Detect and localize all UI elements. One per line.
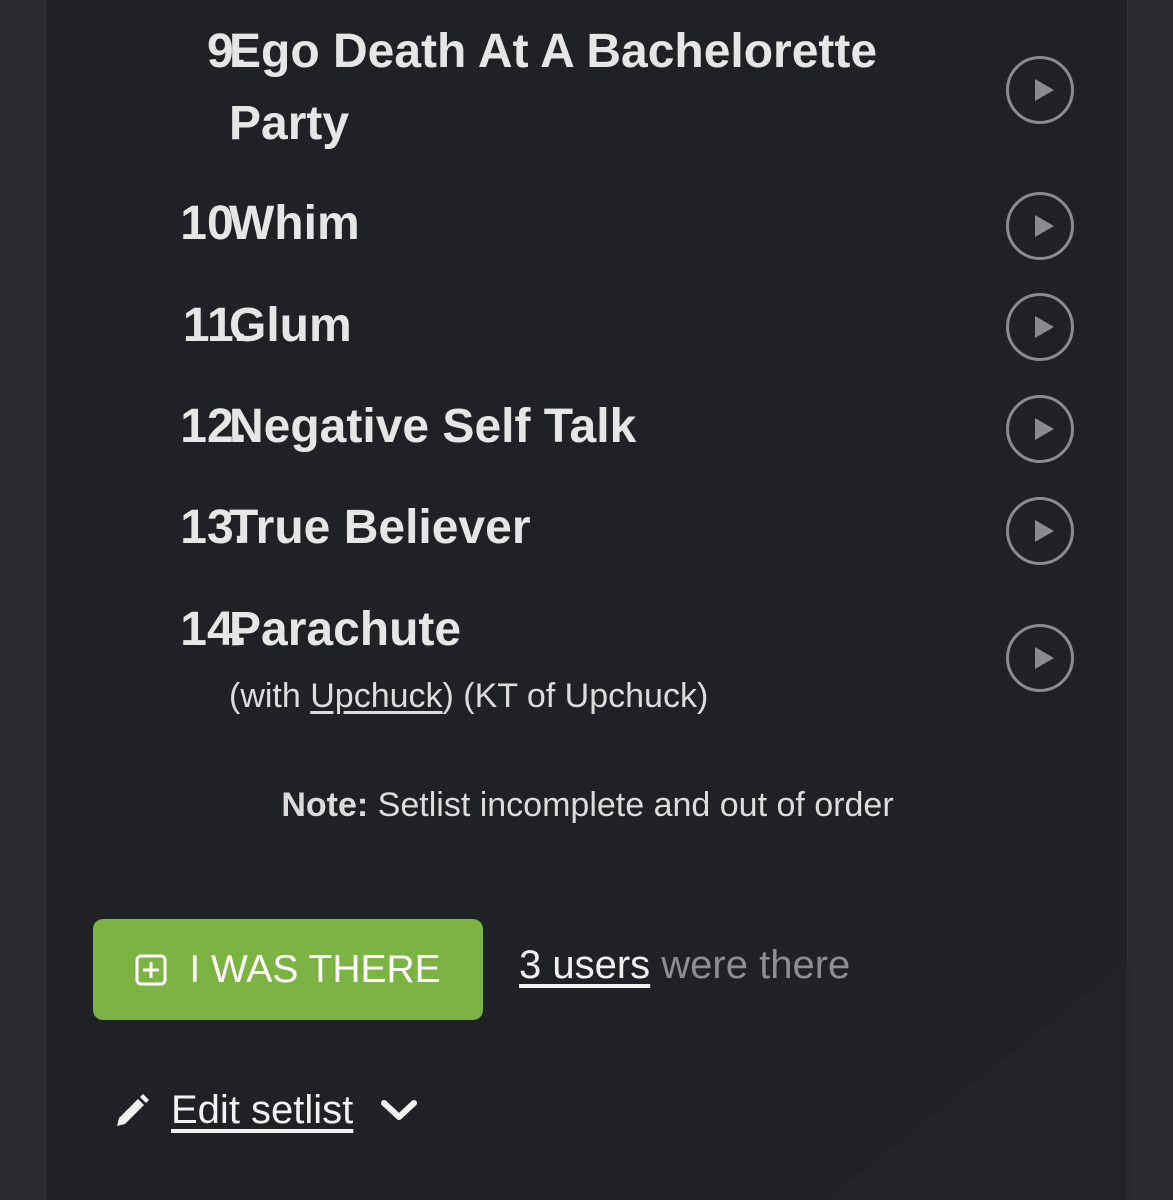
play-circle-icon [1035,418,1054,440]
play-button[interactable] [1006,395,1074,463]
edit-setlist-link[interactable]: Edit setlist [171,1088,353,1133]
song-title: Ego Death At A Bachelorette Party [229,25,878,150]
i-was-there-button[interactable]: I WAS THERE [93,919,483,1020]
play-button[interactable] [1006,293,1074,361]
song-title: Negative Self Talk [229,400,637,453]
song-title: True Believer [229,501,531,554]
song-title: Glum [229,299,352,352]
play-circle-icon [1035,215,1054,237]
song-title: Whim [229,197,360,250]
setlist-note: Note: Setlist incomplete and out of orde… [46,786,1129,825]
play-button[interactable] [1006,624,1074,692]
play-circle-icon [1035,647,1054,669]
plus-square-icon [135,954,167,985]
play-button[interactable] [1006,192,1074,260]
chevron-down-icon[interactable] [379,1096,419,1124]
song-info-suffix: ) (KT of Upchuck) [442,677,709,715]
note-label: Note: [281,786,369,824]
play-button[interactable] [1006,497,1074,565]
play-button[interactable] [1006,56,1074,124]
attendance-suffix: were there [650,943,851,987]
play-circle-icon [1035,520,1054,542]
i-was-there-label: I WAS THERE [189,947,441,991]
song-info-prefix: (with [229,677,311,715]
artist-link[interactable]: Upchuck [310,677,442,715]
song-title: Parachute [229,603,462,656]
attendance-count: 3 users were there [519,943,850,988]
play-circle-icon [1035,79,1054,101]
edit-setlist-row: Edit setlist [113,1082,419,1138]
pencil-icon [117,1094,149,1126]
setlist-panel: 9. Ego Death At A Bachelorette Party 10.… [45,0,1129,1200]
play-circle-icon [1035,316,1054,338]
users-link[interactable]: 3 users [519,943,650,987]
song-info: (with Upchuck) (KT of Upchuck) [229,676,708,716]
note-text: Setlist incomplete and out of order [368,786,894,824]
